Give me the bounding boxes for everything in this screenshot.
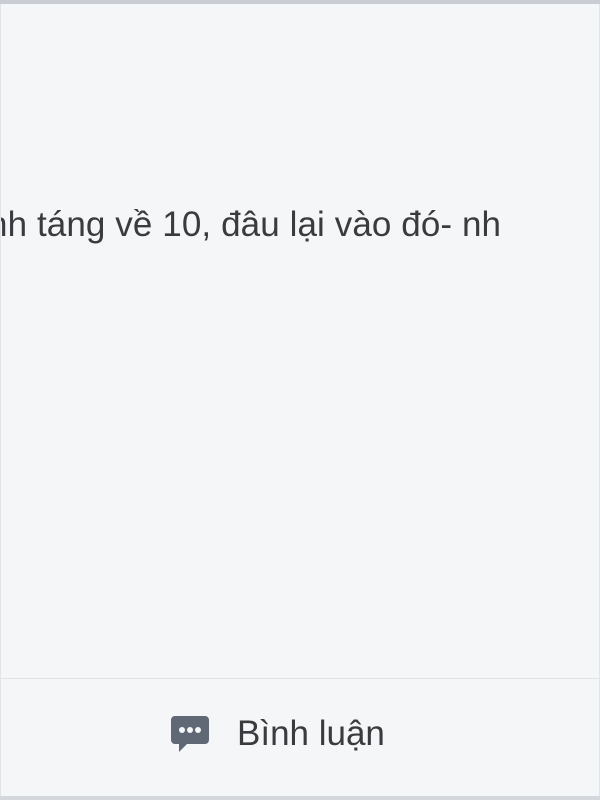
- comment-button[interactable]: Bình luận: [169, 702, 385, 766]
- post-card: nh táng về 10, đâu lại vào đó- nh Bình l…: [0, 4, 600, 796]
- bottom-border: [0, 796, 600, 800]
- post-text: nh táng về 10, đâu lại vào đó- nh: [0, 205, 502, 244]
- action-divider: [1, 678, 599, 679]
- comment-label: Bình luận: [237, 714, 385, 753]
- comment-icon: [169, 714, 211, 754]
